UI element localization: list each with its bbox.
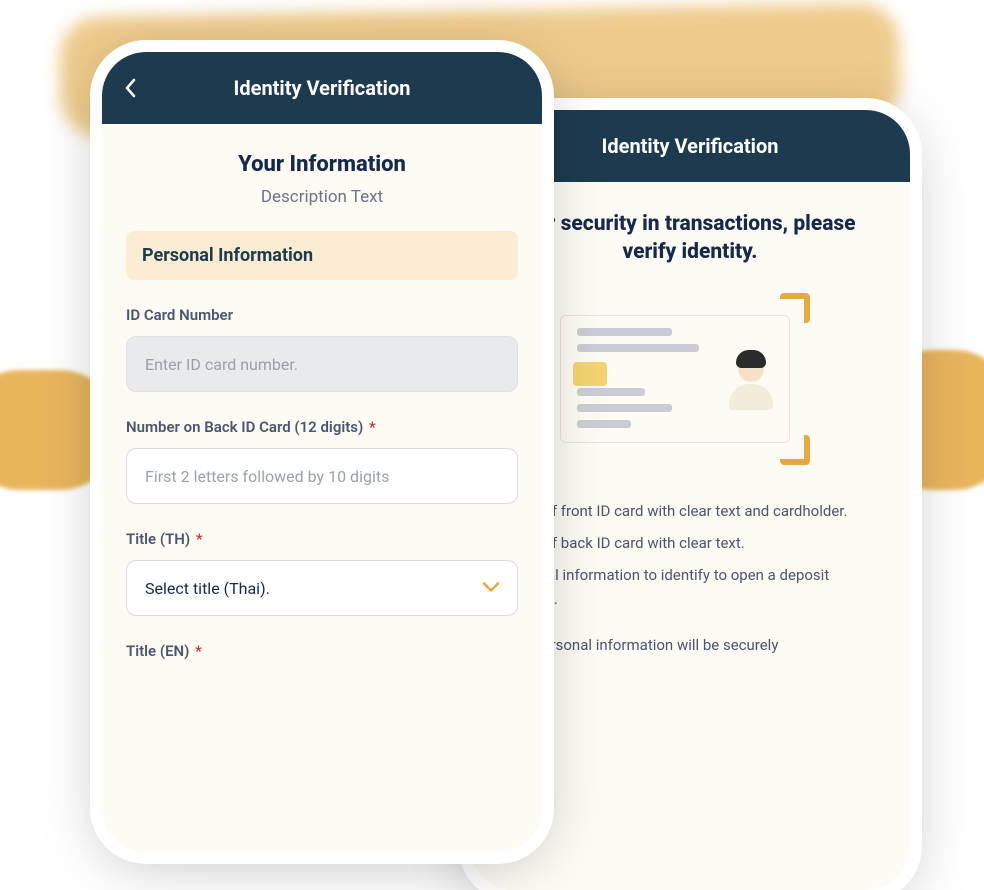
intro-bullet: Personal information to identify to open… bbox=[500, 563, 880, 611]
intro-bullet: Photo of front ID card with clear text a… bbox=[500, 499, 880, 523]
field-label: Title (TH) * bbox=[126, 530, 518, 548]
secure-note: Your personal information will be secure… bbox=[500, 633, 880, 657]
intro-instructions: Photo of front ID card with clear text a… bbox=[494, 499, 886, 657]
header-title: Identity Verification bbox=[602, 134, 779, 158]
title-th-select[interactable]: Select title (Thai). bbox=[126, 560, 518, 616]
field-label: ID Card Number bbox=[126, 306, 518, 324]
field-title-en: Title (EN) * bbox=[126, 642, 518, 660]
id-card-input[interactable] bbox=[126, 336, 518, 392]
required-marker: * bbox=[369, 418, 376, 436]
back-id-input[interactable] bbox=[126, 448, 518, 504]
app-header: Identity Verification bbox=[102, 52, 542, 124]
header-title: Identity Verification bbox=[234, 76, 411, 100]
avatar-icon bbox=[725, 348, 777, 410]
field-label: Number on Back ID Card (12 digits) * bbox=[126, 418, 518, 436]
field-title-th: Title (TH) * Select title (Thai). bbox=[126, 530, 518, 616]
intro-title: For security in transactions, please ver… bbox=[494, 210, 886, 267]
required-marker: * bbox=[196, 530, 203, 548]
phone-mockup-form: Identity Verification Your Information D… bbox=[102, 52, 542, 852]
back-icon[interactable] bbox=[124, 78, 136, 98]
page-title: Your Information bbox=[126, 152, 518, 177]
intro-bullet: Photo of back ID card with clear text. bbox=[500, 531, 880, 555]
id-card-illustration bbox=[560, 289, 820, 469]
required-marker: * bbox=[195, 642, 202, 660]
field-id-card-number: ID Card Number bbox=[126, 306, 518, 392]
page-description: Description Text bbox=[126, 187, 518, 207]
section-heading: Personal Information bbox=[126, 231, 518, 280]
field-label: Title (EN) * bbox=[126, 642, 518, 660]
field-back-id-number: Number on Back ID Card (12 digits) * bbox=[126, 418, 518, 504]
